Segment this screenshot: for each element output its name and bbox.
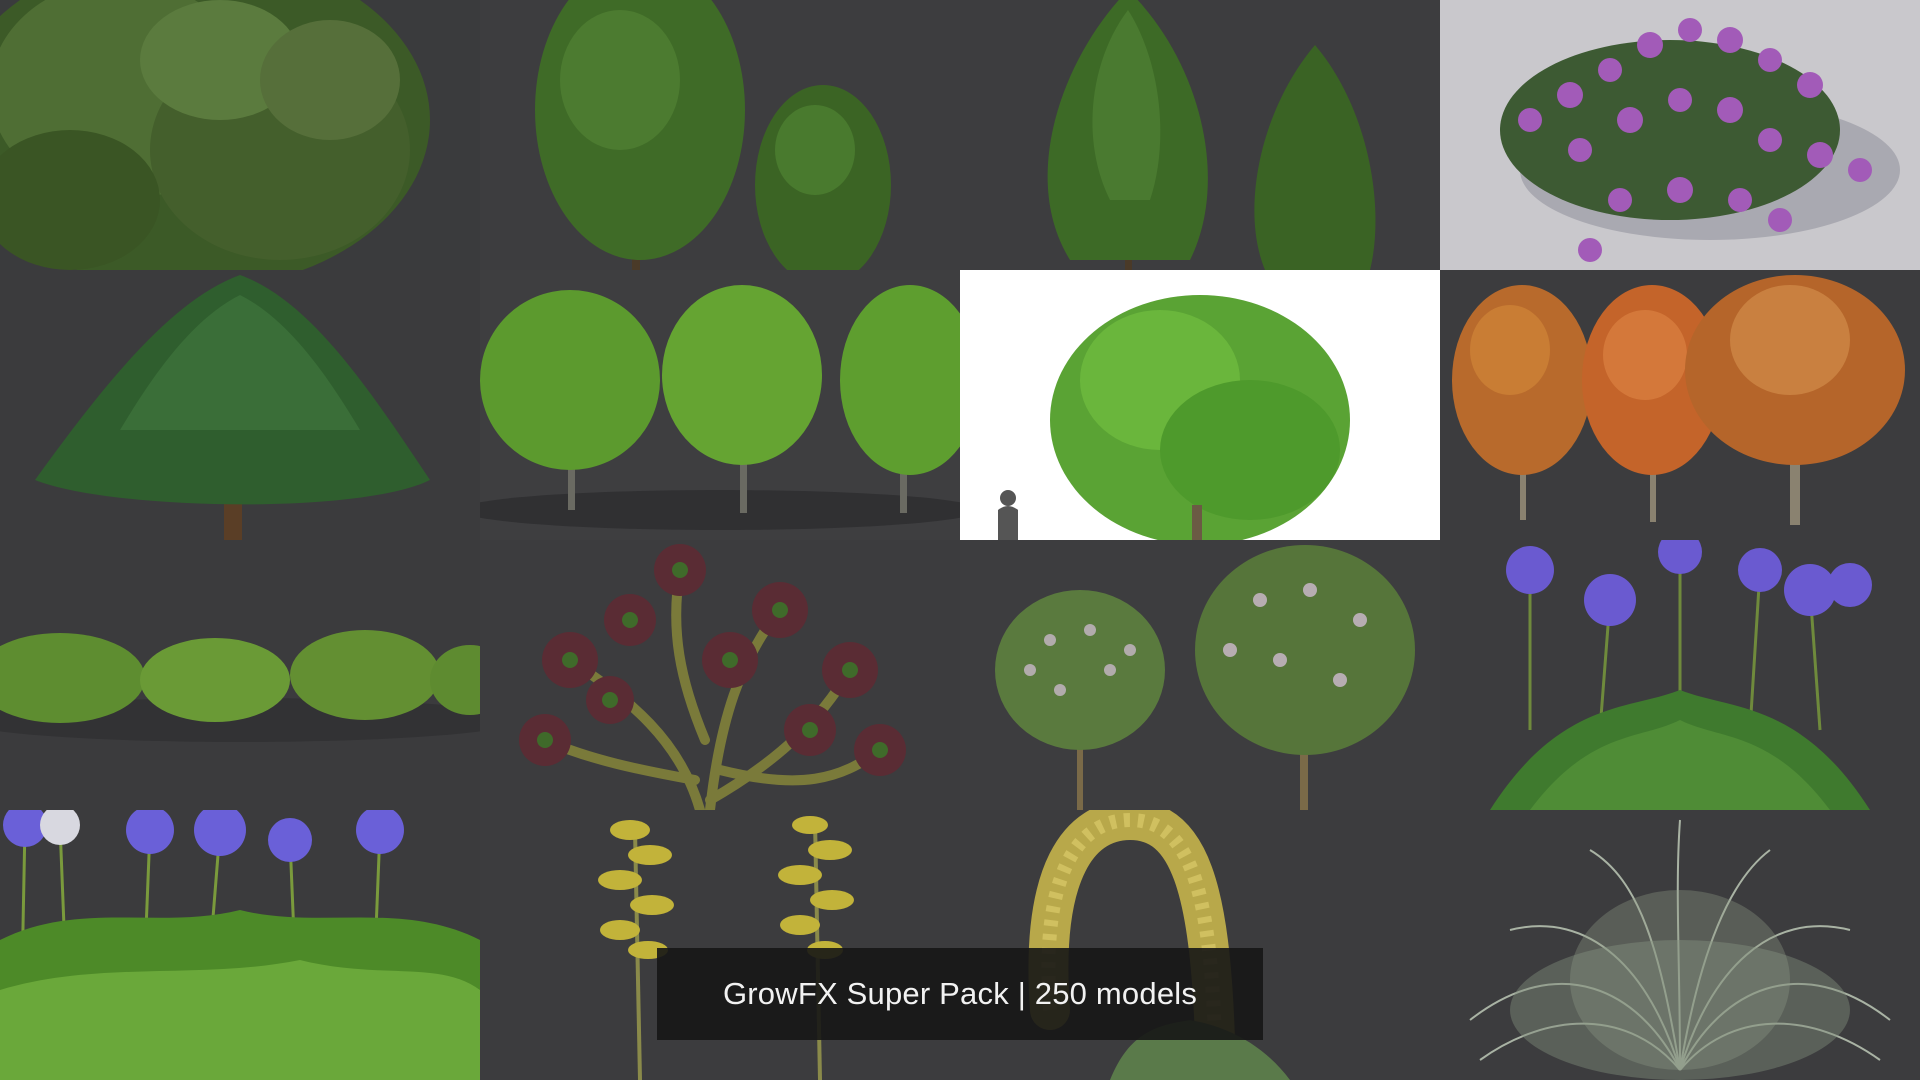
three-round-trees-icon	[480, 285, 960, 530]
tile-autumn-trees	[1440, 270, 1920, 540]
tile-ornamental-grass	[1440, 810, 1920, 1080]
tile-aeonium	[480, 540, 960, 810]
tile-spreading-tree	[0, 270, 480, 540]
autumn-trees-icon	[1452, 275, 1905, 525]
tile-deciduous-pair	[480, 0, 960, 270]
aeonium-succulent-tree-icon	[519, 544, 906, 810]
caption-text: GrowFX Super Pack | 250 models	[722, 976, 1198, 1011]
tile-broad-tree-white	[960, 270, 1440, 540]
deciduous-tree-pair-icon	[535, 0, 891, 270]
spreading-canopy-tree-icon	[35, 275, 430, 540]
agapanthus-plant-icon	[1490, 540, 1872, 810]
tile-agapanthus-border	[0, 810, 480, 1080]
tile-shrub-row	[0, 540, 480, 810]
image-grid	[0, 0, 1920, 1080]
conical-tree-pair-icon	[1047, 0, 1376, 270]
agapanthus-border-icon	[0, 810, 480, 1080]
caption-banner: GrowFX Super Pack | 250 models	[657, 948, 1263, 1040]
flowering-succulent-icon	[1500, 18, 1900, 262]
dense-conifer-shrub-icon	[0, 0, 430, 270]
flowering-trees-pair-icon	[995, 545, 1415, 810]
tile-conical-pair	[960, 0, 1440, 270]
tile-agapanthus	[1440, 540, 1920, 810]
tile-flowering-trees	[960, 540, 1440, 810]
tile-flowering-succulent	[1440, 0, 1920, 270]
low-shrub-row-icon	[0, 630, 480, 742]
tile-three-round-trees	[480, 270, 960, 540]
broad-tree-with-silhouette-icon	[998, 295, 1350, 540]
ornamental-grass-icon	[1469, 819, 1891, 1080]
tile-conifer-shrub	[0, 0, 480, 270]
